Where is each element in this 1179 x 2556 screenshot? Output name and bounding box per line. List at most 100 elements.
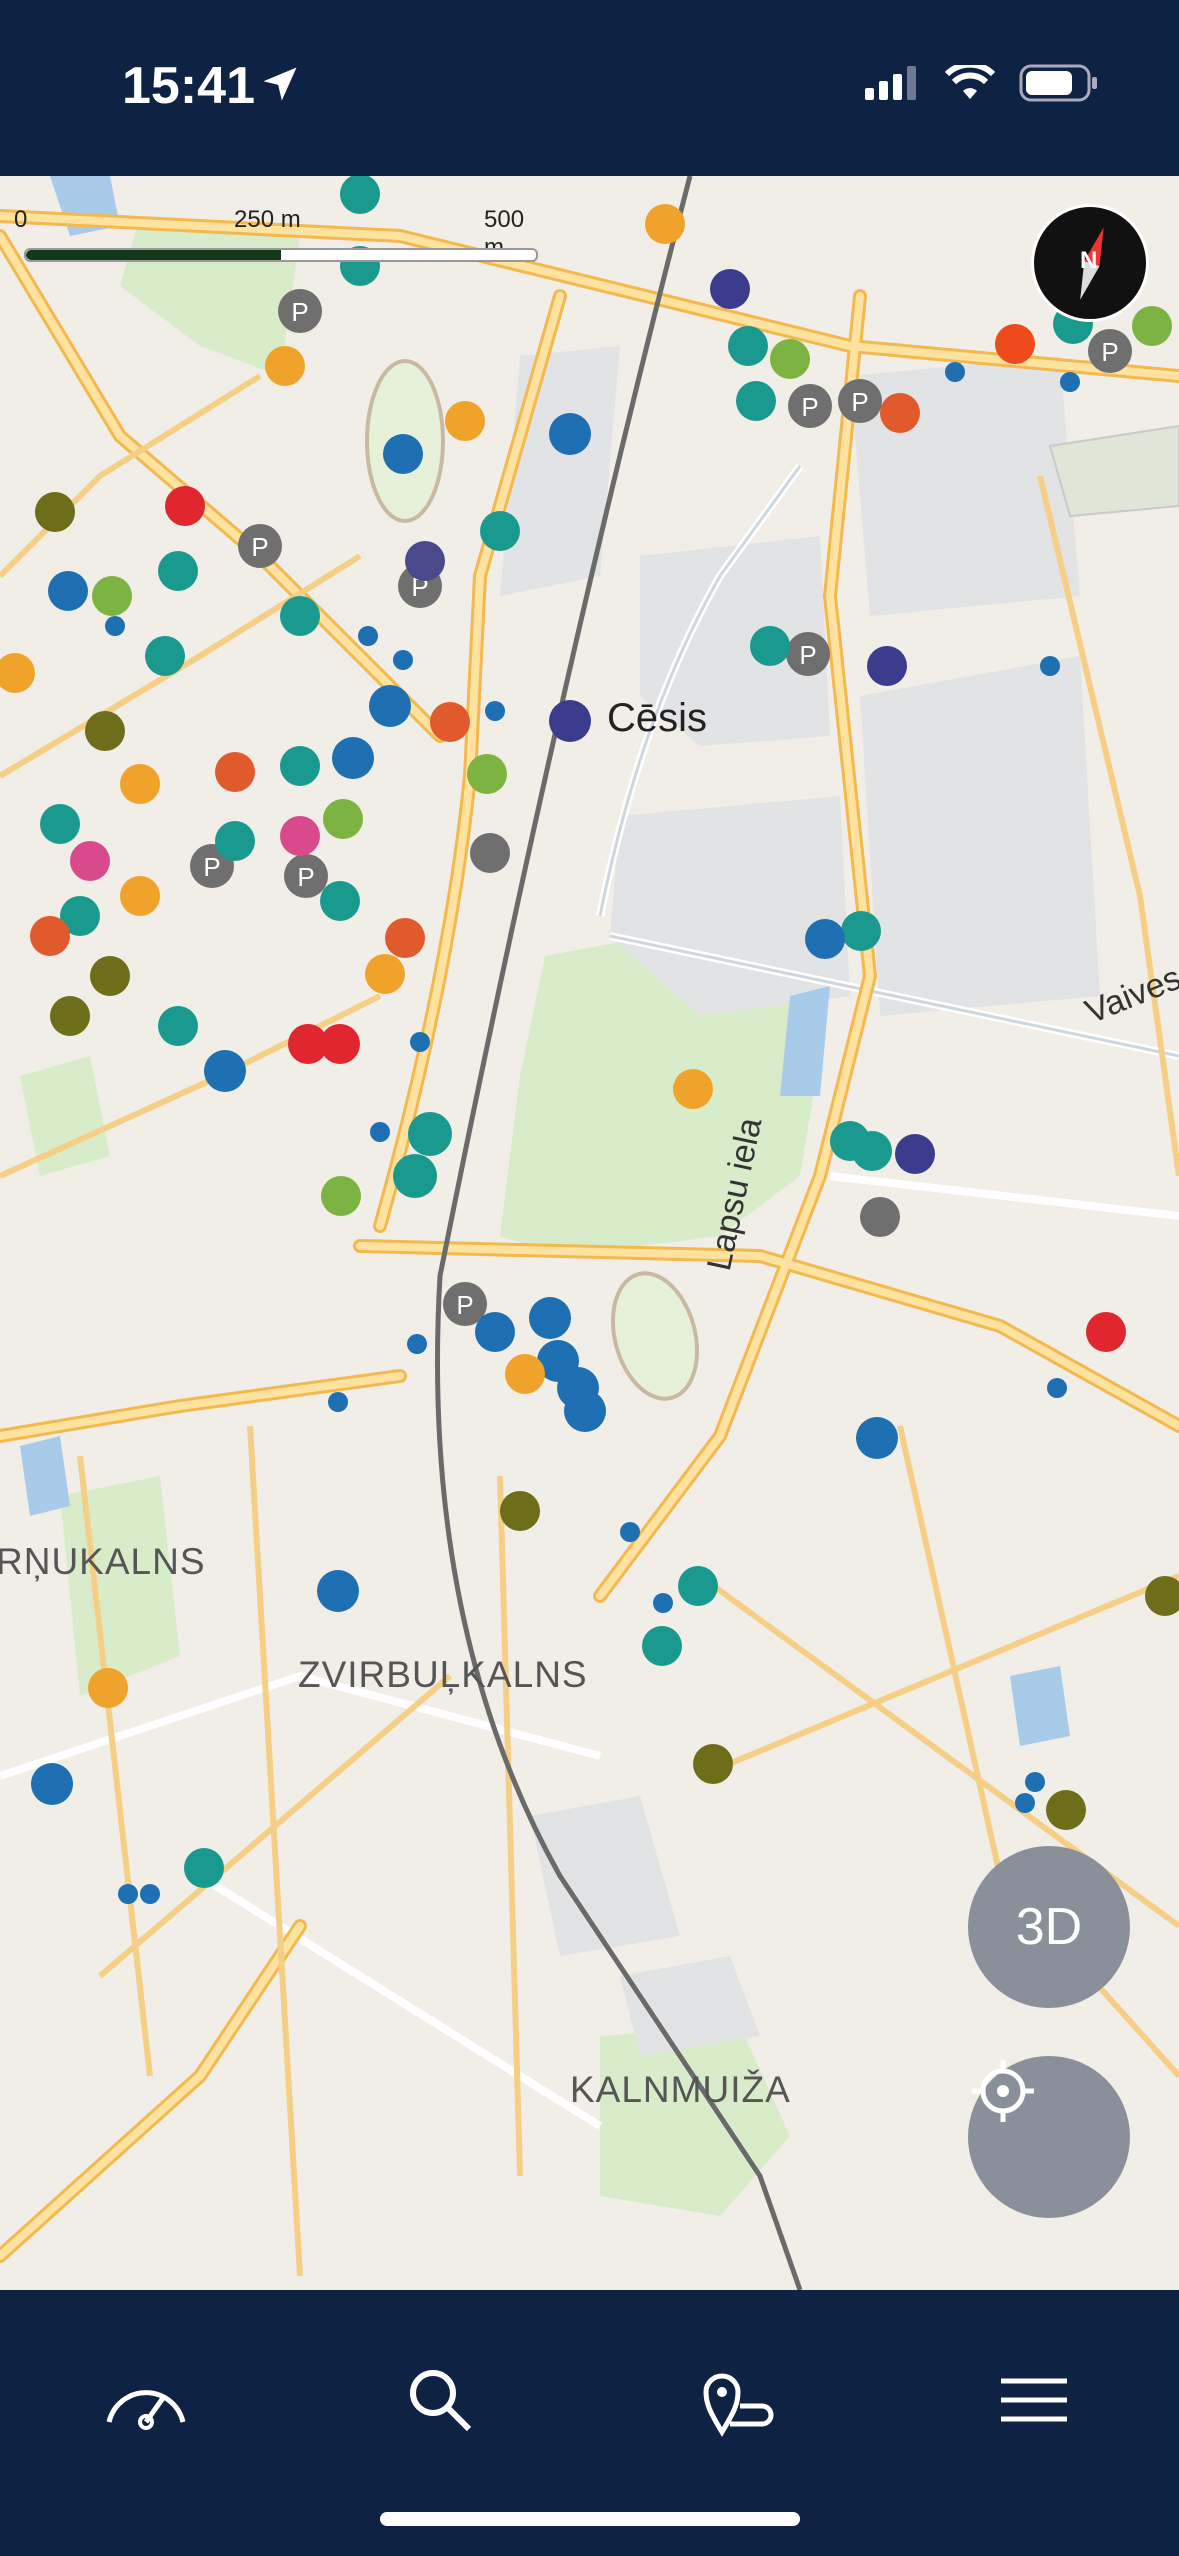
menu-icon [1001,2378,1067,2422]
school-icon [529,1297,571,1339]
shop-icon [145,636,185,676]
museum-icon [430,702,470,742]
scale-label-250: 250 m [234,206,301,233]
bus-stop-icon [1047,1378,1067,1398]
attraction-icon [645,204,685,244]
bus-stop-icon [945,362,965,382]
restaurant-icon [92,576,132,616]
hospital-icon [165,486,205,526]
fire-station-icon [1086,1312,1126,1352]
bus-stop-icon [620,1522,640,1542]
tab-menu[interactable] [974,2340,1094,2460]
district-label: ZVIRBUĻKALNS [298,1654,588,1695]
tab-search[interactable] [380,2340,500,2460]
school-icon [549,413,591,455]
museum-icon [30,916,70,956]
status-bar: 15:41 [0,0,1179,176]
svg-text:P: P [1101,337,1118,367]
hotel-icon [1145,1576,1179,1616]
water-area [20,1436,70,1516]
shop-icon [280,746,320,786]
restaurant-icon [467,754,507,794]
building-block [530,1796,680,1956]
hospital-icon [320,1024,360,1064]
sports-icon [475,1312,515,1352]
home-indicator[interactable] [380,2512,800,2526]
car-service-icon [895,1134,935,1174]
shop-icon [642,1626,682,1666]
route-pin-icon [703,2373,774,2437]
attraction-icon [0,653,35,693]
restaurant-icon [770,339,810,379]
bus-stop-icon [1060,372,1080,392]
hotel-icon [693,1744,733,1784]
shop-icon [340,176,380,214]
3d-button-label: 3D [1015,1898,1083,1956]
shop-icon [280,596,320,636]
tab-routes[interactable] [680,2340,800,2460]
bus-stop-icon [140,1884,160,1904]
svg-text:P: P [251,532,268,562]
3d-toggle-button[interactable]: 3D [968,1846,1130,2008]
shop-icon [736,381,776,421]
sports-icon [48,571,88,611]
museum-icon [880,393,920,433]
locate-me-button[interactable] [968,2056,1130,2218]
car-service-icon [867,646,907,686]
svg-text:P: P [801,392,818,422]
city-label: Cēsis [607,696,708,740]
bus-stop-icon [1025,1772,1045,1792]
water-area [1010,1666,1070,1746]
school-icon [204,1050,246,1092]
shop-icon [678,1566,718,1606]
svg-text:P: P [203,852,220,882]
exchange-icon [280,816,320,856]
hotel-icon [500,1491,540,1531]
compass-label: N [1080,247,1098,274]
bottom-tab-bar [0,2290,1179,2556]
fuel-icon [860,1197,900,1237]
shop-icon [393,1154,437,1198]
attraction-icon [445,401,485,441]
bus-stop-icon [1015,1793,1035,1813]
svg-text:P: P [851,387,868,417]
shop-icon [184,1848,224,1888]
shop-icon [215,821,255,861]
crosshair-icon [972,2060,1034,2122]
attraction-icon [88,1668,128,1708]
attraction-icon [505,1354,545,1394]
sports-icon [805,919,845,959]
bus-stop-icon [407,1334,427,1354]
attraction-icon [365,954,405,994]
building-block [500,346,620,596]
compass-icon[interactable]: N [1031,204,1149,322]
bank-icon [369,685,411,727]
tab-dashboard[interactable] [86,2340,206,2460]
location-arrow-icon [263,67,297,101]
school-icon [564,1390,606,1432]
shop-icon [320,881,360,921]
building-block [860,656,1100,1016]
fuel-icon [470,833,510,873]
bus-stop-icon [118,1884,138,1904]
map-view[interactable]: P P P P P P P P P P 0 250 m 500 N Cēsis … [0,176,1179,2290]
speedometer-icon [106,2390,186,2430]
bus-stop-icon [105,616,125,636]
attraction-icon [265,346,305,386]
hotel-icon [90,956,130,996]
school-icon [332,737,374,779]
building-block [850,356,1080,616]
svg-text:P: P [799,640,816,670]
search-icon [410,2370,472,2432]
battery-icon [1019,64,1097,102]
wifi-icon [945,65,995,99]
bus-stop-icon [393,650,413,670]
car-service-icon [710,269,750,309]
bus-stop-icon [1040,656,1060,676]
shop-icon [728,326,768,366]
shop-icon [750,626,790,666]
exchange-icon [70,841,110,881]
shop-icon [408,1112,452,1156]
attraction-icon [120,876,160,916]
scale-label-0: 0 [14,206,28,233]
